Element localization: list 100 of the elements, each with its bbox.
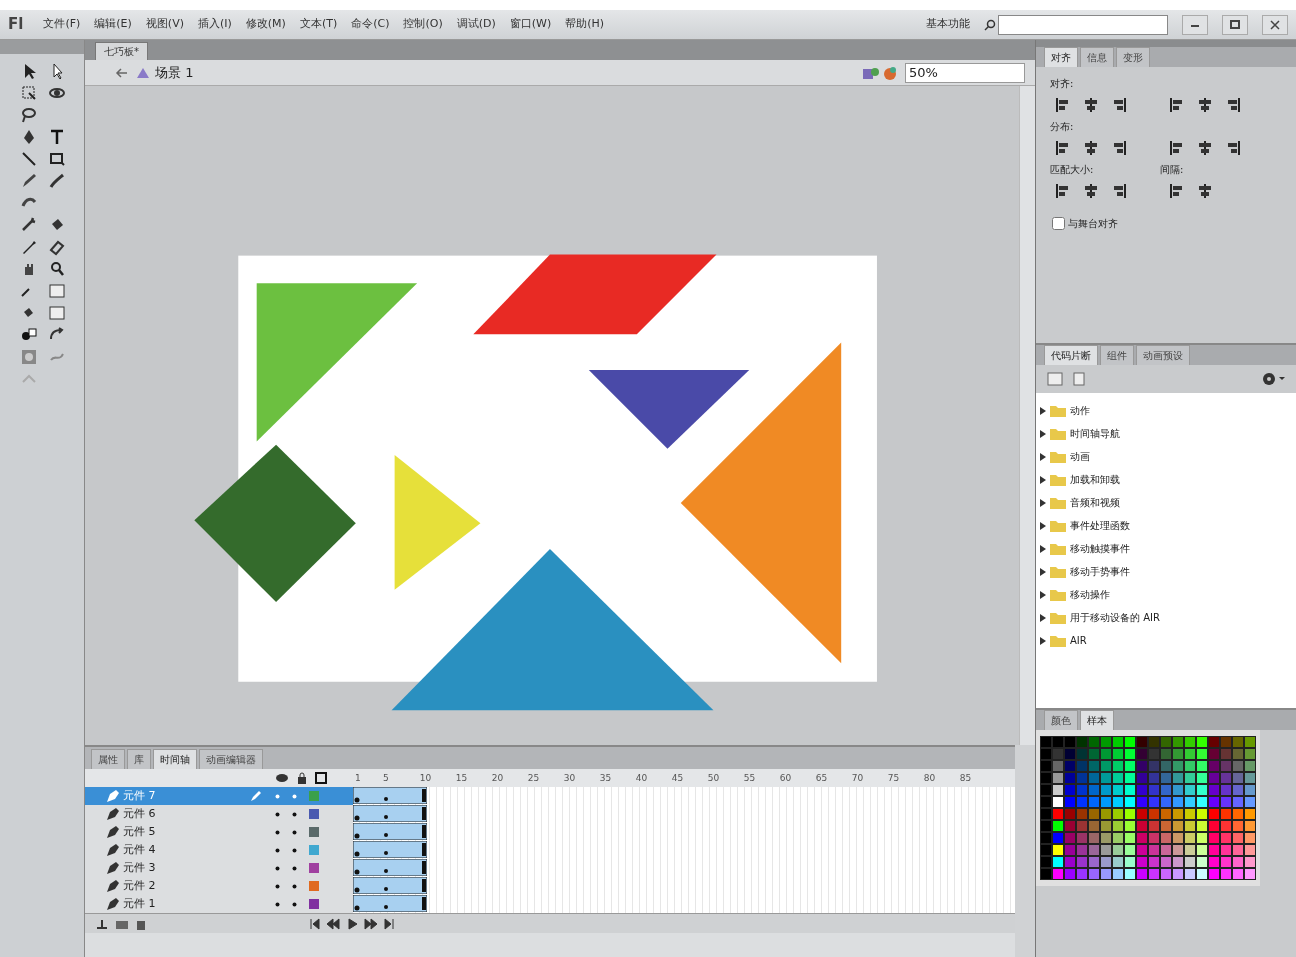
gear-icon[interactable] bbox=[1260, 370, 1286, 388]
tween-span[interactable] bbox=[353, 787, 427, 804]
vertical-scrollbar[interactable] bbox=[1019, 86, 1035, 745]
lock-dot-icon[interactable] bbox=[292, 811, 297, 817]
panel-tab[interactable]: 动画预设 bbox=[1136, 345, 1190, 365]
align-center-icon[interactable] bbox=[1082, 96, 1100, 114]
menu-item[interactable]: 插入(I) bbox=[197, 16, 232, 33]
close-icon[interactable] bbox=[1268, 17, 1282, 32]
folder-label[interactable]: 时间轴导航 bbox=[1070, 426, 1120, 441]
folder-label[interactable]: 音频和视频 bbox=[1070, 495, 1120, 510]
panel-tab[interactable]: 颜色 bbox=[1044, 710, 1078, 730]
visibility-dot-icon[interactable] bbox=[275, 883, 280, 889]
menu-item[interactable]: 编辑(E) bbox=[94, 16, 132, 33]
lock-icon[interactable] bbox=[297, 772, 307, 784]
expand-arrow-icon[interactable] bbox=[1040, 567, 1046, 576]
panel-tab[interactable]: 属性 bbox=[91, 749, 125, 769]
distribute-center-icon[interactable] bbox=[1196, 139, 1214, 157]
expand-arrow-icon[interactable] bbox=[1040, 498, 1046, 507]
visibility-dot-icon[interactable] bbox=[275, 865, 280, 871]
zoom-icon[interactable] bbox=[48, 260, 66, 278]
align-to-stage-checkbox[interactable] bbox=[1052, 217, 1065, 230]
folder-label[interactable]: AIR bbox=[1070, 633, 1087, 648]
panel-tab[interactable]: 变形 bbox=[1116, 47, 1150, 67]
menu-item[interactable]: 控制(O) bbox=[403, 16, 443, 33]
panel-tab[interactable]: 动画编辑器 bbox=[199, 749, 263, 769]
expand-arrow-icon[interactable] bbox=[1040, 521, 1046, 530]
folder-label[interactable]: 移动操作 bbox=[1070, 587, 1110, 602]
panel-tab[interactable]: 信息 bbox=[1080, 47, 1114, 67]
folder-label[interactable]: 移动手势事件 bbox=[1070, 564, 1130, 579]
eye-icon[interactable] bbox=[275, 773, 289, 783]
eraser-icon[interactable] bbox=[48, 238, 66, 256]
menu-item[interactable]: 调试(D) bbox=[456, 16, 496, 33]
expand-arrow-icon[interactable] bbox=[1040, 475, 1046, 484]
menu-item[interactable]: 文件(F) bbox=[43, 16, 81, 33]
transform-icon[interactable] bbox=[20, 84, 38, 102]
expand-arrow-icon[interactable] bbox=[1040, 613, 1046, 622]
visibility-dot-icon[interactable] bbox=[275, 847, 280, 853]
visibility-dot-icon[interactable] bbox=[275, 901, 280, 907]
expand-arrow-icon[interactable] bbox=[1040, 636, 1046, 645]
tween-span[interactable] bbox=[353, 841, 427, 858]
stroke-swatch-icon[interactable] bbox=[48, 282, 66, 300]
layer-color-square[interactable] bbox=[309, 863, 319, 873]
expand-arrow-icon[interactable] bbox=[1040, 452, 1046, 461]
layer-name[interactable]: 元件 1 bbox=[123, 895, 156, 913]
menu-item[interactable]: 帮助(H) bbox=[565, 16, 605, 33]
brush-icon[interactable] bbox=[48, 172, 66, 190]
scene-label[interactable]: 场景 1 bbox=[155, 62, 194, 83]
back-arrow-icon[interactable] bbox=[115, 66, 129, 79]
layer-name[interactable]: 元件 5 bbox=[123, 823, 156, 841]
layer-name[interactable]: 元件 4 bbox=[123, 841, 156, 859]
expand-arrow-icon[interactable] bbox=[1040, 406, 1046, 415]
layer-name[interactable]: 元件 2 bbox=[123, 877, 156, 895]
distribute-middle-icon[interactable] bbox=[1082, 139, 1100, 157]
text-icon[interactable] bbox=[48, 128, 66, 146]
document-tab[interactable]: 七巧板* bbox=[95, 42, 148, 60]
folder-label[interactable]: 事件处理函数 bbox=[1070, 518, 1130, 533]
folder-label[interactable]: 动作 bbox=[1070, 403, 1090, 418]
lock-dot-icon[interactable] bbox=[292, 883, 297, 889]
panel-tab[interactable]: 时间轴 bbox=[153, 749, 197, 769]
workspace-switcher[interactable]: 基本功能 bbox=[926, 16, 970, 33]
expand-arrow-icon[interactable] bbox=[1040, 429, 1046, 438]
visibility-dot-icon[interactable] bbox=[275, 811, 280, 817]
color-swatches-grid[interactable] bbox=[1036, 730, 1260, 886]
fill-swatch-icon[interactable] bbox=[48, 304, 66, 322]
menu-item[interactable]: 修改(M) bbox=[245, 16, 286, 33]
maximize-icon[interactable] bbox=[1228, 17, 1242, 32]
expand-arrow-icon[interactable] bbox=[1040, 590, 1046, 599]
menu-item[interactable]: 视图(V) bbox=[145, 16, 184, 33]
panel-tab[interactable]: 对齐 bbox=[1044, 47, 1078, 67]
layer-color-square[interactable] bbox=[309, 827, 319, 837]
line-icon[interactable] bbox=[20, 150, 38, 168]
tween-span[interactable] bbox=[353, 805, 427, 822]
visibility-dot-icon[interactable] bbox=[275, 793, 280, 799]
tween-span[interactable] bbox=[353, 877, 427, 894]
visibility-dot-icon[interactable] bbox=[275, 829, 280, 835]
layer-name[interactable]: 元件 6 bbox=[123, 805, 156, 823]
pencil-icon[interactable] bbox=[20, 172, 38, 190]
lock-dot-icon[interactable] bbox=[292, 901, 297, 907]
match-height-icon[interactable] bbox=[1082, 182, 1100, 200]
layer-name[interactable]: 元件 3 bbox=[123, 859, 156, 877]
new-layer-icon[interactable] bbox=[95, 917, 109, 930]
folder-label[interactable]: 用于移动设备的 AIR bbox=[1070, 610, 1160, 625]
lock-dot-icon[interactable] bbox=[292, 865, 297, 871]
lock-dot-icon[interactable] bbox=[292, 829, 297, 835]
panel-tab[interactable]: 代码片断 bbox=[1044, 345, 1098, 365]
folder-label[interactable]: 移动触摸事件 bbox=[1070, 541, 1130, 556]
rectangle-icon[interactable] bbox=[48, 150, 66, 168]
tween-span[interactable] bbox=[353, 823, 427, 840]
tween-span[interactable] bbox=[353, 859, 427, 876]
tween-span[interactable] bbox=[353, 895, 427, 912]
panel-tab[interactable]: 库 bbox=[127, 749, 151, 769]
panel-tab[interactable]: 样本 bbox=[1080, 710, 1114, 730]
menu-item[interactable]: 文本(T) bbox=[299, 16, 338, 33]
expand-arrow-icon[interactable] bbox=[1040, 544, 1046, 553]
layer-color-square[interactable] bbox=[309, 881, 319, 891]
folder-label[interactable]: 动画 bbox=[1070, 449, 1090, 464]
layer-color-square[interactable] bbox=[309, 845, 319, 855]
space-horizontal-icon[interactable] bbox=[1196, 182, 1214, 200]
layer-color-square[interactable] bbox=[309, 809, 319, 819]
lock-dot-icon[interactable] bbox=[292, 793, 297, 799]
